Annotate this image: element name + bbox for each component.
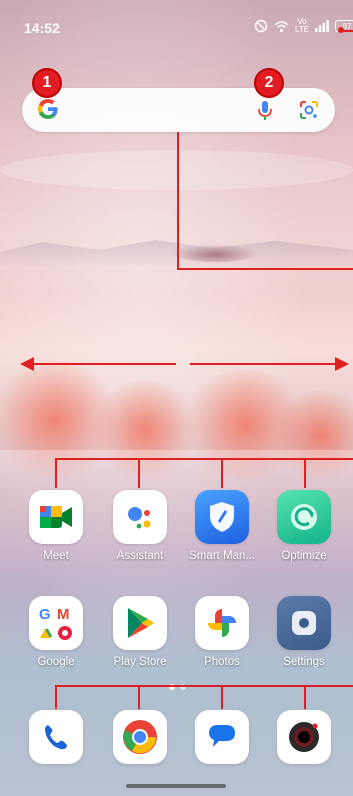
signal-icon: [315, 20, 329, 32]
optimize-icon[interactable]: [277, 490, 331, 544]
app-label: Assistant: [116, 550, 164, 562]
annotation-line: [177, 132, 179, 270]
smart-manager-icon[interactable]: [195, 490, 249, 544]
dock-messages[interactable]: [182, 710, 262, 764]
wallpaper-island: [172, 244, 258, 262]
app-label: Play Store: [113, 656, 167, 668]
swipe-right-line: [190, 363, 336, 365]
annotation-line: [221, 458, 223, 488]
app-smart-manager[interactable]: Smart Man...: [182, 490, 262, 562]
annotation-line: [304, 685, 306, 709]
chrome-icon[interactable]: [113, 710, 167, 764]
annotation-line: [304, 458, 306, 488]
app-label: Photos: [204, 656, 240, 668]
nfc-icon: [254, 19, 268, 33]
google-search-bar[interactable]: [22, 88, 335, 132]
swipe-right-arrow-icon: [335, 357, 349, 371]
status-time: 14:52: [24, 20, 60, 36]
svg-text:M: M: [57, 606, 70, 623]
meet-icon[interactable]: [29, 490, 83, 544]
app-meet[interactable]: Meet: [16, 490, 96, 562]
annotation-dot: [338, 27, 344, 33]
annotation-line: [177, 268, 353, 270]
voice-search-icon[interactable]: [254, 99, 276, 121]
messages-icon[interactable]: [195, 710, 249, 764]
app-label: Settings: [283, 656, 325, 668]
phone-icon[interactable]: [29, 710, 83, 764]
camera-icon[interactable]: [277, 710, 331, 764]
dock-camera[interactable]: [264, 710, 344, 764]
assistant-icon[interactable]: [113, 490, 167, 544]
wifi-icon: [274, 20, 289, 32]
lte-label: LTE: [295, 25, 310, 34]
svg-text:G: G: [39, 606, 51, 623]
annotation-line: [221, 685, 223, 709]
google-folder-icon[interactable]: G M: [29, 596, 83, 650]
app-assistant[interactable]: Assistant: [100, 490, 180, 562]
swipe-left-line: [30, 363, 176, 365]
settings-icon[interactable]: [277, 596, 331, 650]
app-photos[interactable]: Photos: [182, 596, 262, 668]
annotation-line: [55, 458, 57, 488]
app-settings[interactable]: Settings: [264, 596, 344, 668]
annotation-line: [138, 458, 140, 488]
home-screen: 14:52 Vo LTE 87 1 2 Meet Assistant Smart…: [0, 0, 353, 796]
lte-indicator: Vo LTE: [295, 18, 309, 34]
annotation-line: [55, 458, 353, 460]
annotation-badge-1: 1: [34, 70, 60, 96]
annotation-line: [138, 685, 140, 709]
play-store-icon[interactable]: [113, 596, 167, 650]
status-bar: 14:52 Vo LTE 87: [0, 0, 353, 44]
app-play-store[interactable]: Play Store: [100, 596, 180, 668]
dock-phone[interactable]: [16, 710, 96, 764]
swipe-left-arrow-icon: [20, 357, 34, 371]
google-lens-icon[interactable]: [298, 99, 320, 121]
annotation-badge-2: 2: [256, 70, 282, 96]
app-google-folder[interactable]: G M Google: [16, 596, 96, 668]
dock-chrome[interactable]: [100, 710, 180, 764]
app-label: Optimize: [281, 550, 327, 562]
annotation-line: [55, 685, 353, 687]
photos-icon[interactable]: [195, 596, 249, 650]
app-label: Meet: [43, 550, 69, 562]
gesture-bar[interactable]: [126, 784, 226, 788]
google-g-icon[interactable]: [36, 97, 60, 121]
app-label: Google: [37, 656, 75, 668]
app-label: Smart Man...: [189, 550, 255, 562]
annotation-line: [55, 685, 57, 709]
app-optimize[interactable]: Optimize: [264, 490, 344, 562]
